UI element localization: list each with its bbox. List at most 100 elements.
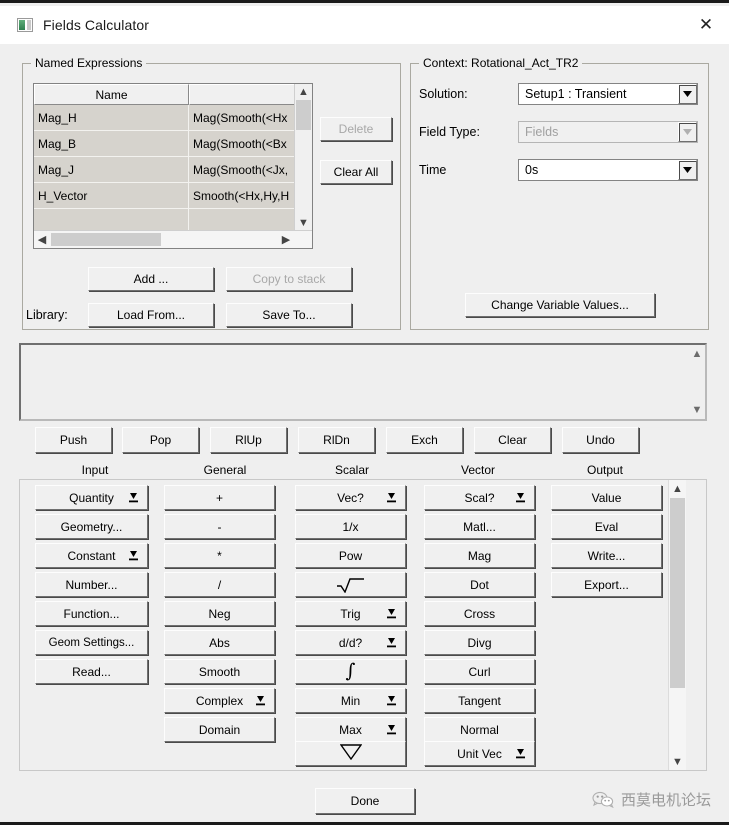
dropdown-arrow-icon[interactable]	[387, 695, 396, 706]
export-button[interactable]: Export...	[551, 572, 662, 597]
mag-button[interactable]: Mag	[424, 543, 535, 568]
curl-button[interactable]: Curl	[424, 659, 535, 684]
rlup-button[interactable]: RlUp	[210, 427, 287, 453]
dot-button[interactable]: Dot	[424, 572, 535, 597]
scal-query-button[interactable]: Scal?	[424, 485, 535, 510]
divide-operator-button[interactable]: /	[164, 572, 275, 597]
max-button[interactable]: Max	[295, 717, 406, 742]
multiply-operator-button[interactable]: *	[164, 543, 275, 568]
named-expressions-list[interactable]: Name Mag_H Mag(Smooth(<Hx Mag_B Mag(Smoo…	[33, 83, 313, 249]
vec-query-button[interactable]: Vec?	[295, 485, 406, 510]
stack-scrollbar[interactable]: ▲ ▼	[689, 345, 705, 419]
operations-scrollbar[interactable]: ▲ ▼	[668, 480, 686, 770]
eval-button[interactable]: Eval	[551, 514, 662, 539]
subtract-operator-button[interactable]: -	[164, 514, 275, 539]
vertical-scroll-thumb[interactable]	[296, 100, 311, 130]
derivative-button[interactable]: d/d?	[295, 630, 406, 655]
column-header-name[interactable]: Name	[34, 84, 189, 105]
clear-all-button[interactable]: Clear All	[320, 160, 392, 184]
dropdown-arrow-icon[interactable]	[387, 608, 396, 619]
quantity-button[interactable]: Quantity	[35, 485, 148, 510]
add-operator-button[interactable]: +	[164, 485, 275, 510]
domain-button[interactable]: Domain	[164, 717, 275, 742]
done-button[interactable]: Done	[315, 788, 415, 814]
vertical-scroll-thumb[interactable]	[670, 498, 685, 688]
exch-button[interactable]: Exch	[386, 427, 463, 453]
trig-button[interactable]: Trig	[295, 601, 406, 626]
push-button[interactable]: Push	[35, 427, 112, 453]
column-header-general: General	[203, 463, 247, 477]
min-button[interactable]: Min	[295, 688, 406, 713]
add-button[interactable]: Add ...	[88, 267, 214, 291]
rldn-button[interactable]: RlDn	[298, 427, 375, 453]
value-button[interactable]: Value	[551, 485, 662, 510]
geom-settings-button[interactable]: Geom Settings...	[35, 630, 148, 655]
clear-button[interactable]: Clear	[474, 427, 551, 453]
abs-button[interactable]: Abs	[164, 630, 275, 655]
dropdown-arrow-icon[interactable]	[387, 724, 396, 735]
dropdown-arrow-icon[interactable]	[516, 492, 525, 503]
tangent-button[interactable]: Tangent	[424, 688, 535, 713]
table-row[interactable]: H_Vector Smooth(<Hx,Hy,H	[34, 183, 312, 209]
time-combobox[interactable]: 0s	[518, 159, 698, 181]
copy-to-stack-button[interactable]: Copy to stack	[226, 267, 352, 291]
wechat-icon	[592, 791, 614, 809]
list-horizontal-scrollbar[interactable]: ◀ ▶	[34, 230, 312, 248]
integral-button[interactable]: ∫	[295, 659, 406, 684]
table-row[interactable]	[34, 209, 312, 231]
chevron-down-icon[interactable]	[678, 160, 697, 180]
time-value: 0s	[525, 163, 539, 177]
divg-button[interactable]: Divg	[424, 630, 535, 655]
reciprocal-button[interactable]: 1/x	[295, 514, 406, 539]
scroll-up-icon[interactable]: ▲	[669, 480, 686, 497]
scroll-down-icon[interactable]: ▼	[692, 404, 703, 416]
stack-display[interactable]: ▲ ▼	[19, 343, 707, 421]
dropdown-arrow-icon[interactable]	[387, 637, 396, 648]
scroll-down-icon[interactable]: ▼	[669, 753, 686, 770]
unit-vec-button[interactable]: Unit Vec	[424, 741, 535, 766]
table-row[interactable]: Mag_H Mag(Smooth(<Hx	[34, 105, 312, 131]
scroll-up-icon[interactable]: ▲	[295, 84, 312, 100]
sqrt-button[interactable]	[295, 572, 406, 597]
load-from-button[interactable]: Load From...	[88, 303, 214, 327]
read-button[interactable]: Read...	[35, 659, 148, 684]
button-label: Scal?	[464, 490, 495, 505]
number-button[interactable]: Number...	[35, 572, 148, 597]
undo-button[interactable]: Undo	[562, 427, 639, 453]
complex-button[interactable]: Complex	[164, 688, 275, 713]
function-button[interactable]: Function...	[35, 601, 148, 626]
dropdown-arrow-icon[interactable]	[256, 695, 265, 706]
column-header-expression[interactable]	[189, 84, 297, 105]
write-button[interactable]: Write...	[551, 543, 662, 568]
cross-button[interactable]: Cross	[424, 601, 535, 626]
horizontal-scroll-thumb[interactable]	[51, 233, 161, 246]
pow-button[interactable]: Pow	[295, 543, 406, 568]
dropdown-arrow-icon[interactable]	[516, 748, 525, 759]
save-to-button[interactable]: Save To...	[226, 303, 352, 327]
scroll-right-icon[interactable]: ▶	[278, 231, 294, 248]
pop-button[interactable]: Pop	[122, 427, 199, 453]
scroll-left-icon[interactable]: ◀	[34, 231, 50, 248]
normal-button[interactable]: Normal	[424, 717, 535, 742]
field-type-combobox[interactable]: Fields	[518, 121, 698, 143]
smooth-button[interactable]: Smooth	[164, 659, 275, 684]
change-variable-values-button[interactable]: Change Variable Values...	[465, 293, 655, 317]
table-row[interactable]: Mag_B Mag(Smooth(<Bx	[34, 131, 312, 157]
table-row[interactable]: Mag_J Mag(Smooth(<Jx,	[34, 157, 312, 183]
nabla-button[interactable]	[295, 741, 406, 766]
button-label: Complex	[195, 693, 244, 708]
solution-combobox[interactable]: Setup1 : Transient	[518, 83, 698, 105]
constant-button[interactable]: Constant	[35, 543, 148, 568]
geometry-button[interactable]: Geometry...	[35, 514, 148, 539]
matl-button[interactable]: Matl...	[424, 514, 535, 539]
scroll-up-icon[interactable]: ▲	[692, 348, 703, 360]
scroll-down-icon[interactable]: ▼	[295, 215, 312, 231]
dropdown-arrow-icon[interactable]	[129, 492, 138, 503]
close-icon[interactable]: ✕	[683, 6, 729, 44]
chevron-down-icon[interactable]	[678, 84, 697, 104]
dropdown-arrow-icon[interactable]	[387, 492, 396, 503]
dropdown-arrow-icon[interactable]	[129, 550, 138, 561]
list-vertical-scrollbar[interactable]: ▲ ▼	[294, 84, 312, 231]
neg-button[interactable]: Neg	[164, 601, 275, 626]
delete-button[interactable]: Delete	[320, 117, 392, 141]
